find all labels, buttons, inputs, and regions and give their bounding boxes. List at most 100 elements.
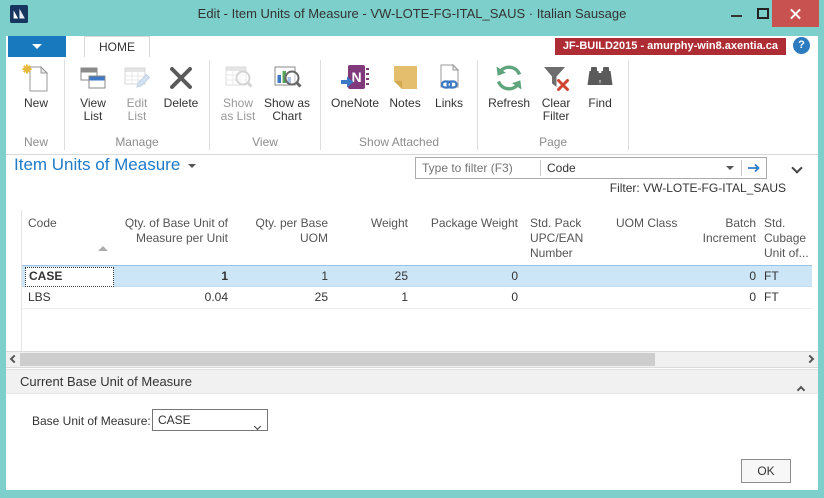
onenote-button[interactable]: N OneNote <box>327 60 383 112</box>
active-filter-label: Filter: VW-LOTE-FG-ITAL_SAUS <box>609 181 786 195</box>
cell-weight[interactable]: 25 <box>338 266 408 288</box>
show-as-chart-button[interactable]: Show as Chart <box>260 60 314 125</box>
chevron-down-icon <box>791 162 803 174</box>
column-header-qty-per-base-uom[interactable]: Qty. per Base UOM <box>238 216 328 246</box>
application-window: Edit - Item Units of Measure - VW-LOTE-F… <box>0 0 824 498</box>
ribbon-group-label: Manage <box>115 135 159 149</box>
collapse-chevron[interactable] <box>796 380 806 398</box>
base-unit-of-measure-select[interactable]: CASE <box>152 409 268 431</box>
page-title: Item Units of Measure <box>14 155 181 174</box>
notes-button[interactable]: Notes <box>383 60 427 112</box>
ribbon-button-label: Find <box>588 96 612 110</box>
ribbon-group-show-attached: N OneNote Notes Links Show Attached <box>322 57 476 154</box>
cell-package-weight[interactable]: 0 <box>418 266 518 288</box>
cell-std-pack-upc-ean-number[interactable] <box>530 287 618 309</box>
ribbon: New New View List Edit List Delete Manage Show… <box>6 57 818 155</box>
links-icon <box>433 62 465 94</box>
column-header-weight[interactable]: Weight <box>338 216 408 231</box>
tab-home[interactable]: HOME <box>84 36 150 57</box>
filter-column-select[interactable]: Code <box>541 161 726 175</box>
ribbon-button-label: Refresh <box>488 96 531 110</box>
column-header-qty-of-base-unit-of-measure-per-unit[interactable]: Qty. of Base Unit of Measure per Unit <box>118 216 228 246</box>
ribbon-button-label: Links <box>435 96 464 110</box>
ribbon-button-label: Edit List <box>126 96 148 123</box>
minimize-icon[interactable] <box>731 15 742 17</box>
maximize-icon[interactable] <box>757 8 769 19</box>
show-as-list-icon <box>222 62 254 94</box>
base-unit-of-measure-label: Base Unit of Measure: <box>32 414 151 428</box>
cell-batch-increment[interactable]: 0 <box>692 266 756 288</box>
group-separator <box>64 60 65 150</box>
ribbon-group-label: View <box>252 135 278 149</box>
application-menu-button[interactable] <box>8 36 66 57</box>
window-content: HOME JF-BUILD2015 - amurphy-win8.axentia… <box>6 28 818 490</box>
page-title-menu[interactable]: Item Units of Measure <box>14 155 197 175</box>
horizontal-scrollbar <box>6 351 818 368</box>
clear-filter-button[interactable]: Clear Filter <box>534 60 578 125</box>
links-button[interactable]: Links <box>427 60 471 112</box>
view-list-icon <box>77 62 109 94</box>
ribbon-group-view: Show as List Show as Chart View <box>211 57 319 154</box>
ok-button[interactable]: OK <box>741 459 791 483</box>
scroll-left-icon[interactable] <box>9 354 19 364</box>
cell-qty-per-base-uom[interactable]: 25 <box>238 287 328 309</box>
group-separator <box>477 60 479 150</box>
group-separator <box>320 60 322 150</box>
expand-page-chevron[interactable] <box>791 159 803 177</box>
apply-filter-button[interactable] <box>742 158 766 178</box>
refresh-icon <box>493 62 525 94</box>
chevron-down-icon[interactable] <box>726 166 734 170</box>
scrollbar-thumb[interactable] <box>20 353 655 366</box>
grid-header-row: Code Qty. of Base Unit of Measure per Uni… <box>22 210 812 265</box>
cell-batch-increment[interactable]: 0 <box>692 287 756 309</box>
ribbon-button-label: View List <box>80 96 106 123</box>
new-icon <box>20 62 52 94</box>
find-button[interactable]: Find <box>578 60 622 112</box>
ribbon-group-label: New <box>23 135 48 149</box>
ribbon-button-label: Clear Filter <box>541 96 571 123</box>
cell-package-weight[interactable]: 0 <box>418 287 518 309</box>
find-icon <box>584 62 616 94</box>
close-button[interactable] <box>772 0 819 27</box>
table-row-lbs[interactable]: LBS 0.04 25 1 0 0 FT <box>22 287 812 309</box>
svg-text:N: N <box>351 69 361 85</box>
delete-button[interactable]: Delete <box>159 60 203 112</box>
combo-value: CASE <box>158 413 191 427</box>
show-as-chart-icon <box>271 62 303 94</box>
fasttab-current-base-unit[interactable]: Current Base Unit of Measure <box>6 369 818 395</box>
cell-qty-per-base-uom[interactable]: 1 <box>238 266 328 288</box>
ribbon-button-label: Show as List <box>220 96 256 123</box>
ribbon-group-page: Refresh Clear Filter Find Page <box>479 57 627 154</box>
cell-std-cubage-unit-of[interactable]: FT <box>764 287 816 309</box>
notes-icon <box>389 62 421 94</box>
refresh-button[interactable]: Refresh <box>484 60 534 112</box>
cell-weight[interactable]: 1 <box>338 287 408 309</box>
ribbon-button-label: OneNote <box>331 96 380 110</box>
ribbon-button-label: Notes <box>389 96 421 110</box>
column-header-code[interactable]: Code <box>28 216 114 251</box>
column-header-batch-increment[interactable]: Batch Increment <box>692 216 756 246</box>
column-header-std-cubage-unit-of[interactable]: Std. Cubage Unit of... <box>764 216 816 261</box>
show-as-list-button: Show as List <box>216 60 260 125</box>
cell-std-cubage-unit-of[interactable]: FT <box>764 266 816 288</box>
cell-qty-of-base-unit-of-measure-per-unit[interactable]: 1 <box>118 266 228 288</box>
ribbon-button-label: Delete <box>163 96 199 110</box>
cell-code[interactable]: LBS <box>28 287 114 309</box>
cell-code[interactable]: CASE <box>25 267 114 287</box>
chevron-down-icon <box>188 163 197 168</box>
new-button[interactable]: New <box>14 60 58 112</box>
cell-std-pack-upc-ean-number[interactable] <box>530 266 618 288</box>
chevron-up-icon <box>796 385 806 395</box>
scroll-right-icon[interactable] <box>805 354 815 364</box>
filter-input[interactable] <box>416 159 540 177</box>
help-button[interactable]: ? <box>793 37 810 54</box>
table-row-case[interactable]: CASE 1 1 25 0 0 FT <box>22 265 812 287</box>
column-header-package-weight[interactable]: Package Weight <box>418 216 518 231</box>
clear-filter-icon <box>540 62 572 94</box>
ribbon-group-new: New New <box>9 57 63 154</box>
column-header-std-pack-upc-ean-number[interactable]: Std. Pack UPC/EAN Number <box>530 216 618 261</box>
cell-qty-of-base-unit-of-measure-per-unit[interactable]: 0.04 <box>118 287 228 309</box>
group-separator <box>209 60 210 150</box>
fasttab-title: Current Base Unit of Measure <box>20 374 192 389</box>
view-list-button[interactable]: View List <box>71 60 115 125</box>
